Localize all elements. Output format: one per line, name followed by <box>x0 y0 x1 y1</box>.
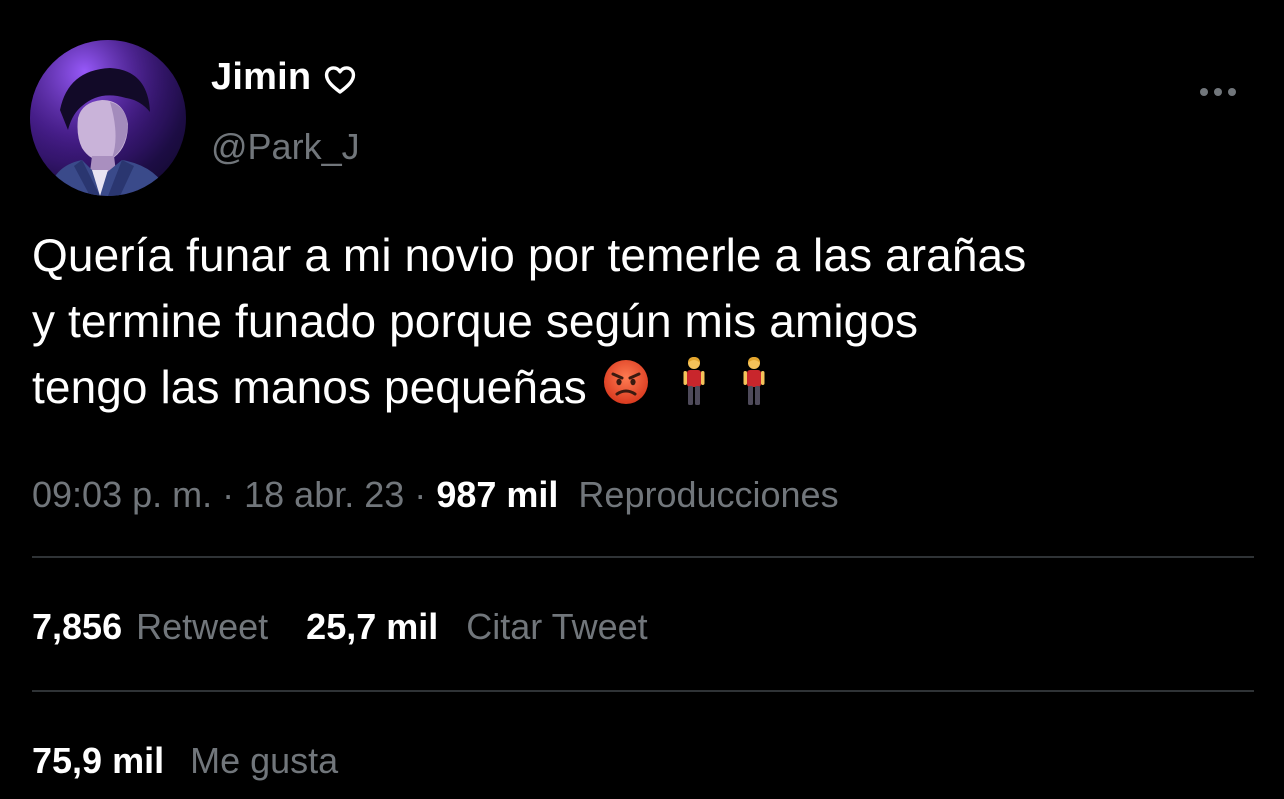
tweet-time[interactable]: 09:03 p. m. <box>32 474 212 515</box>
retweets-count: 7,856 <box>32 606 123 647</box>
likes-count: 75,9 mil <box>32 740 165 781</box>
views-count: 987 mil <box>436 474 559 515</box>
avatar-image <box>30 40 186 196</box>
engagement-row: 7,856 Retweet 25,7 mil Citar Tweet <box>32 606 686 648</box>
likes-stat[interactable]: 75,9 mil Me gusta <box>32 740 338 782</box>
retweets-label: Retweet <box>136 606 269 647</box>
tweet-text: Quería funar a mi novio por temerle a la… <box>32 222 1262 425</box>
divider <box>32 556 1254 558</box>
tweet-text-line: Quería funar a mi novio por temerle a la… <box>32 229 1027 281</box>
quotes-count: 25,7 mil <box>306 606 439 647</box>
likes-row: 75,9 mil Me gusta <box>32 740 376 782</box>
likes-label: Me gusta <box>190 740 339 781</box>
author-handle[interactable]: @Park_J <box>211 126 360 168</box>
angry-face-emoji <box>601 357 651 424</box>
quotes-label: Citar Tweet <box>466 606 648 647</box>
standing-person-emoji <box>681 356 707 425</box>
retweets-stat[interactable]: 7,856 Retweet <box>32 606 268 648</box>
quotes-stat[interactable]: 25,7 mil Citar Tweet <box>306 606 648 648</box>
tweet-text-line-with-emojis: tengo las manos pequeñas <box>32 354 1262 425</box>
more-options-icon[interactable] <box>1196 82 1240 102</box>
tweet-text-line: y termine funado porque según mis amigos <box>32 295 919 347</box>
views-label: Reproducciones <box>578 474 839 515</box>
meta-separator: · <box>222 474 235 515</box>
tweet-meta: 09:03 p. m. · 18 abr. 23 · 987 mil Repro… <box>32 474 839 516</box>
standing-person-emoji <box>741 356 767 425</box>
author-name[interactable]: Jimin <box>211 56 311 99</box>
heart-outline-icon <box>323 63 357 97</box>
tweet-detail: Jimin @Park_J Quería funar a mi novio po… <box>0 0 1284 799</box>
tweet-text-line: tengo las manos pequeñas <box>32 361 587 413</box>
author-name-row: Jimin <box>211 56 357 99</box>
divider <box>32 690 1254 692</box>
meta-separator: · <box>414 474 427 515</box>
tweet-date[interactable]: 18 abr. 23 <box>244 474 404 515</box>
avatar[interactable] <box>30 40 186 196</box>
